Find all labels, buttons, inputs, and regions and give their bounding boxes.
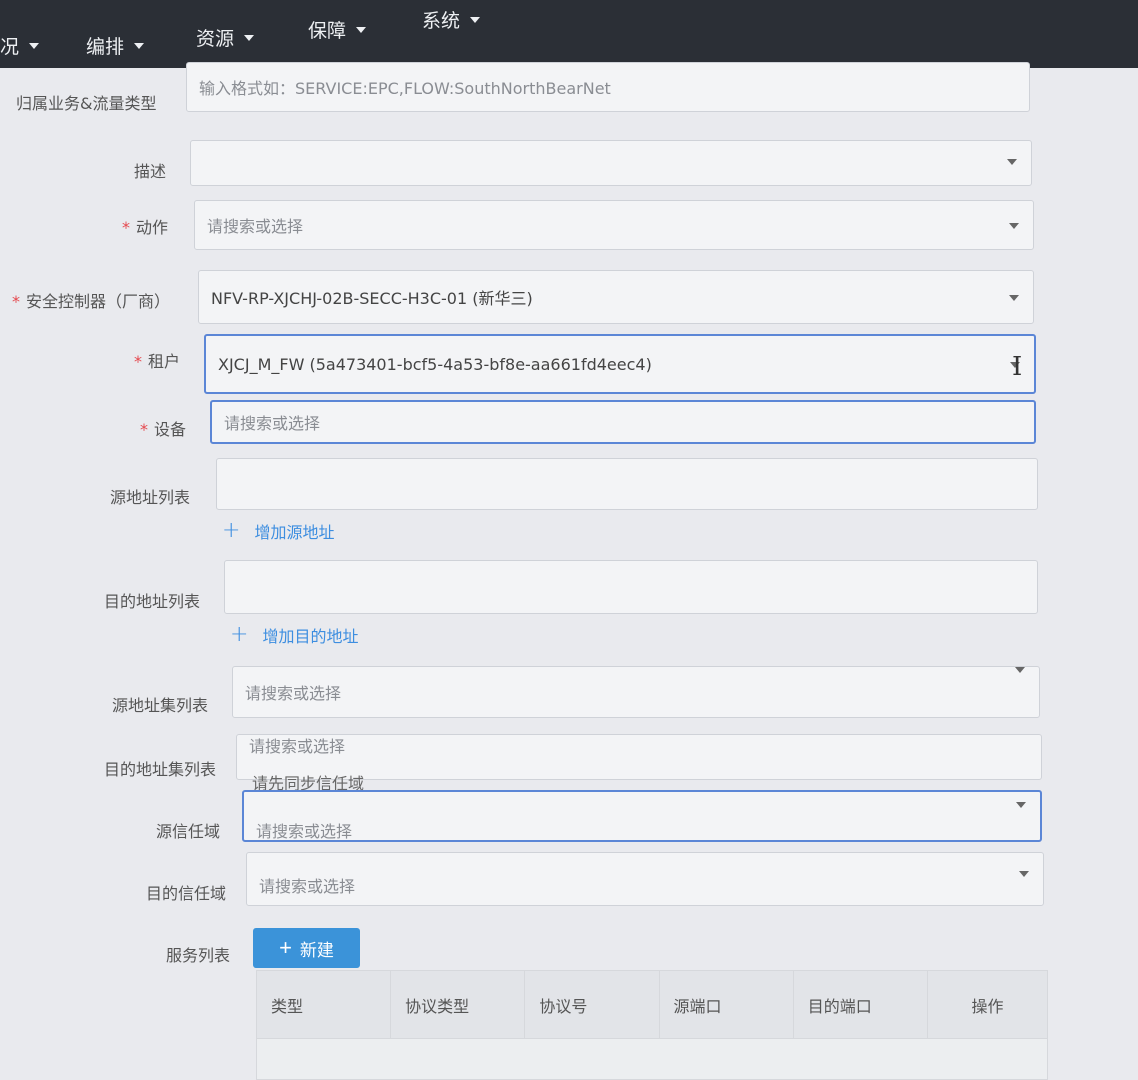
plus-icon: + [230,622,249,647]
device-placeholder: 请搜索或选择 [224,414,321,433]
required-mark: * [12,292,20,311]
action-placeholder: 请搜索或选择 [207,217,304,236]
tenant-select[interactable]: XJCJ_M_FW (5a473401-bcf5-4a53-bf8e-aa661… [204,334,1036,394]
src-zone-label: 源信任域 [156,822,221,841]
services-table-header: 类型 协议类型 协议号 源端口 目的端口 操作 [257,971,1047,1039]
add-src-addr-label: 增加源地址 [254,522,335,542]
tenant-value: XJCJ_M_FW (5a473401-bcf5-4a53-bf8e-aa661… [218,354,652,374]
nav-item-overview[interactable]: 况 [0,32,40,59]
dst-zone-placeholder: 请搜索或选择 [259,877,356,896]
nav-item-resources[interactable]: 资源 [196,24,255,51]
column-header-src-port: 源端口 [660,971,794,1038]
src-zone-placeholder: 请搜索或选择 [256,822,353,841]
action-label: * 动作 [122,214,168,238]
add-dst-addr-button[interactable]: + 增加目的地址 [230,622,358,647]
tenant-label: * 租户 [134,348,180,372]
business-flow-input[interactable]: 输入格式如：SERVICE:EPC,FLOW:SouthNorthBearNet [186,62,1030,112]
text-cursor-icon: I [1012,352,1023,382]
controller-label-text: 安全控制器（厂商） [26,292,171,311]
required-mark: * [140,420,148,439]
src-addr-set-label: 源地址集列表 [112,696,209,715]
nav-item-orchestration[interactable]: 编排 [86,32,145,59]
nav-item-label: 系统 [422,10,461,32]
column-header-type: 类型 [257,971,392,1038]
nav-item-label: 保障 [308,20,347,42]
caret-down-icon [1015,667,1025,673]
src-addr-list-label: 源地址列表 [110,488,191,507]
tenant-label-text: 租户 [148,352,181,371]
top-nav: 况 编排 资源 保障 系统 [0,0,1138,68]
dst-zone-select[interactable]: 请搜索或选择 [246,852,1044,906]
src-addr-set-placeholder: 请搜索或选择 [245,684,342,703]
caret-down-icon [1016,802,1026,808]
action-select[interactable]: 请搜索或选择 [194,200,1034,250]
dst-addr-set-label: 目的地址集列表 [104,760,217,779]
nav-item-label: 况 [0,36,20,58]
nav-item-assurance[interactable]: 保障 [308,16,367,43]
src-addr-set-select[interactable]: 请搜索或选择 [232,666,1040,718]
caret-down-icon [1009,223,1019,229]
plus-icon: + [279,935,292,960]
new-service-label: 新建 [299,940,334,960]
caret-down-icon [1019,871,1029,877]
dst-zone-label: 目的信任域 [146,884,227,903]
caret-down-icon [1007,159,1017,165]
column-header-protocol-number: 协议号 [525,971,660,1038]
device-label: * 设备 [140,416,186,440]
column-header-protocol-type: 协议类型 [391,971,526,1038]
dst-addr-list-input[interactable] [224,560,1038,614]
controller-value: NFV-RP-XJCHJ-02B-SECC-H3C-01 (新华三) [211,289,533,308]
services-table: 类型 协议类型 协议号 源端口 目的端口 操作 [256,970,1048,1080]
business-flow-label: 归属业务&流量类型 [16,94,157,113]
src-zone-select[interactable]: 请搜索或选择 [242,790,1042,842]
caret-down-icon [1009,295,1019,301]
caret-down-icon [244,34,255,41]
device-select[interactable]: 请搜索或选择 [210,400,1036,444]
caret-down-icon [356,26,367,33]
column-header-actions: 操作 [971,996,1004,1016]
nav-item-system[interactable]: 系统 [422,6,481,33]
plus-icon: + [222,518,241,543]
business-flow-placeholder: 输入格式如：SERVICE:EPC,FLOW:SouthNorthBearNet [199,79,611,98]
required-mark: * [134,352,142,371]
caret-down-icon [29,42,40,49]
add-dst-addr-label: 增加目的地址 [262,626,359,646]
caret-down-icon [134,42,145,49]
nav-item-label: 编排 [86,36,125,58]
controller-label: * 安全控制器（厂商） [12,288,170,312]
description-label: 描述 [134,162,167,181]
dst-addr-list-label: 目的地址列表 [104,592,201,611]
add-src-addr-button[interactable]: + 增加源地址 [222,518,334,543]
caret-down-icon [470,16,481,23]
nav-item-label: 资源 [196,28,235,50]
services-label: 服务列表 [166,946,231,965]
action-label-text: 动作 [136,218,169,237]
device-label-text: 设备 [154,420,187,439]
controller-select[interactable]: NFV-RP-XJCHJ-02B-SECC-H3C-01 (新华三) [198,270,1034,324]
description-select[interactable] [190,140,1032,186]
column-header-dst-port: 目的端口 [794,971,928,1038]
dst-addr-set-placeholder: 请搜索或选择 [249,737,346,756]
new-service-button[interactable]: + 新建 [253,928,360,968]
required-mark: * [122,218,130,237]
src-addr-list-input[interactable] [216,458,1038,510]
